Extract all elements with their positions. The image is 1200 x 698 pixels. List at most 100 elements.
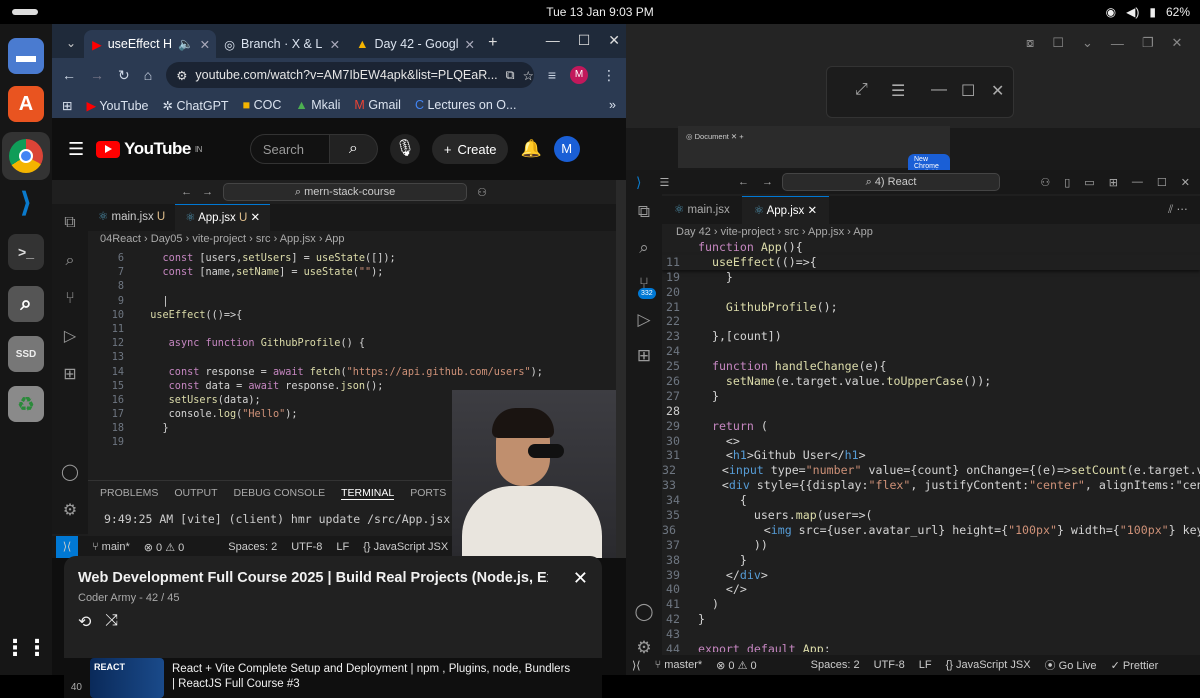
bookmark-chatgpt[interactable]: ✲ ChatGPT [162,98,228,113]
code-line[interactable]: 28 [662,404,1200,419]
apps-grid-icon[interactable]: ⊞ [62,98,72,113]
site-info-icon[interactable]: ⚙ [176,68,187,83]
forward-icon[interactable]: → [762,176,773,188]
search-input[interactable]: Search [249,134,330,164]
expand-icon[interactable]: ⤢ [855,81,868,99]
code-line[interactable]: 24 [662,344,1200,359]
trash-icon[interactable]: ♻ [8,386,44,422]
code-line[interactable]: 40 </> [662,582,1200,597]
close-tab-icon[interactable]: ✕ [200,37,210,52]
clock[interactable]: Tue 13 Jan 9:03 PM [0,5,1200,19]
code-line[interactable]: 14 const response = await fetch("https:/… [88,366,616,380]
code-line[interactable]: 34 { [662,493,1200,508]
back-icon[interactable]: ← [738,176,749,188]
forward-icon[interactable]: → [90,67,104,83]
code-line[interactable]: 29 return ( [662,419,1200,434]
playlist-item[interactable]: 40 REACT React + Vite Complete Setup and… [64,658,602,698]
playlist-subtitle[interactable]: Coder Army - 42 / 45 [78,592,180,604]
code-line[interactable]: 36 <img src={user.avatar_url} height={"1… [662,523,1200,538]
mic-icon[interactable]: 🎙 [389,134,420,164]
maximize-icon[interactable]: ☐ [961,81,975,101]
minimize-icon[interactable]: — [931,81,947,99]
bookmark-coc[interactable]: ■ COC [243,98,282,112]
code-line[interactable]: 44 export default App; [662,642,1200,652]
code-line[interactable]: 9 | [88,295,616,309]
menu-icon[interactable]: ☰ [891,81,905,101]
close-playlist-icon[interactable]: ✕ [573,568,588,589]
code-line[interactable]: 21 GithubProfile(); [662,300,1200,315]
code-line[interactable]: 26 setName(e.target.value.toUpperCase())… [662,374,1200,389]
copilot-icon[interactable]: ⚇ [1040,176,1050,189]
address-bar[interactable]: ⚙ youtube.com/watch?v=AM7IbEW4apk&list=P… [166,62,534,88]
extensions-icon[interactable]: ⊞ [626,338,662,374]
home-icon[interactable]: ⌂ [144,67,152,83]
code-line[interactable]: 27 } [662,389,1200,404]
shuffle-icon[interactable]: ⤨ [105,612,118,632]
code-line[interactable]: 8 [88,280,616,294]
split-editor-icon[interactable]: ⫽ ⋯ [1156,196,1200,224]
app-center-icon[interactable]: A [8,86,44,122]
code-line[interactable]: 22 [662,314,1200,329]
code-line[interactable]: 19 } [662,270,1200,285]
tab-search-icon[interactable]: ⌄ [58,36,84,58]
golive-status[interactable]: ⦿ Go Live [1045,657,1097,673]
maximize-icon[interactable]: ☐ [578,32,591,49]
screenshot-icon[interactable]: ⧇ [1026,35,1034,51]
code-line[interactable]: 43 [662,627,1200,642]
code-line[interactable]: 11 [88,323,616,337]
account-icon[interactable]: ◯ [626,594,662,630]
youtube-logo[interactable]: YouTube IN [96,139,202,159]
window-icon[interactable]: ☐ [1052,35,1064,51]
hamburger-icon[interactable]: ☰ [68,139,84,160]
menu-icon[interactable]: ⋮ [602,67,616,84]
new-tab-button[interactable]: + [480,34,505,58]
media-icon[interactable]: ≡ [548,67,556,83]
tab-google-drive[interactable]: ▲ Day 42 - Googl ✕ [348,30,480,58]
code-line[interactable]: 33 <div style={{display:"flex", justifyC… [662,478,1200,493]
tab-youtube[interactable]: ▶ useEffect H 🔈 ✕ [84,30,217,58]
profile-avatar[interactable]: M [570,66,588,84]
inner-chrome-tab[interactable]: ◎ Document ✕ + [678,126,950,147]
code-line[interactable]: 6 const [users,setUsers] = useState([]); [88,252,616,266]
code-line[interactable]: 13 [88,351,616,365]
files-app-icon[interactable]: ▬ [8,38,44,74]
source-control-icon[interactable]: ⑂ 332 [626,266,662,302]
code-line[interactable]: 41 ) [662,597,1200,612]
code-line[interactable]: 39 </div> [662,568,1200,583]
maximize-icon[interactable]: ☐ [1157,176,1167,189]
minimize-icon[interactable]: — [1111,36,1124,51]
search-app-icon[interactable]: ⌕ [8,286,44,322]
close-icon[interactable]: ✕ [1172,35,1183,51]
playlist-title[interactable]: Web Development Full Course 2025 | Build… [78,570,548,586]
indent-status[interactable]: Spaces: 2 [811,659,860,671]
bookmark-gmail[interactable]: M Gmail [354,98,401,112]
video-player[interactable]: ← → ⌕ mern-stack-course ⚇ ⧉ ⌕ ⑂ ▷ ⊞ ◯ ⚙ … [52,180,626,558]
notifications-icon[interactable]: 🔔 [520,139,541,159]
code-editor[interactable]: function App(){11 useEffect(()=>{19 } 20 2… [662,240,1200,652]
code-line[interactable]: function App(){ [662,240,1200,255]
code-line[interactable]: 38 } [662,553,1200,568]
toggle-panel-icon[interactable]: ▭ [1084,176,1094,189]
ubuntu-apps-icon[interactable]: ⋮⋮ [4,630,48,666]
back-icon[interactable]: ← [62,67,76,83]
layout-icon[interactable]: ⊞ [1109,176,1118,189]
close-tab-icon[interactable]: ✕ [330,37,340,52]
close-icon[interactable]: ✕ [1181,176,1190,189]
search-icon[interactable]: ⌕ [626,230,662,266]
close-tab-icon[interactable]: ✕ [465,37,475,52]
code-line[interactable]: 20 [662,285,1200,300]
restore-icon[interactable]: ❐ [1142,35,1154,51]
explorer-icon[interactable]: ⧉ [626,194,662,230]
more-bookmarks-icon[interactable]: » [609,98,616,112]
code-line[interactable]: 7 const [name,setName] = useState(""); [88,266,616,280]
code-line[interactable]: 10 useEffect(()=>{ [88,309,616,323]
branch-status[interactable]: ⑂ master* [655,659,703,671]
chevron-down-icon[interactable]: ⌄ [1082,35,1093,51]
problems-status[interactable]: ⊗ 0 ⚠ 0 [716,659,756,672]
code-line[interactable]: 25 function handleChange(e){ [662,359,1200,374]
toggle-sidebar-icon[interactable]: ▯ [1064,176,1070,189]
code-line[interactable]: 23 },[count]) [662,329,1200,344]
reload-icon[interactable]: ↻ [118,67,130,84]
bookmark-mkali[interactable]: ▲ Mkali [295,98,340,112]
eol-status[interactable]: LF [919,659,932,671]
